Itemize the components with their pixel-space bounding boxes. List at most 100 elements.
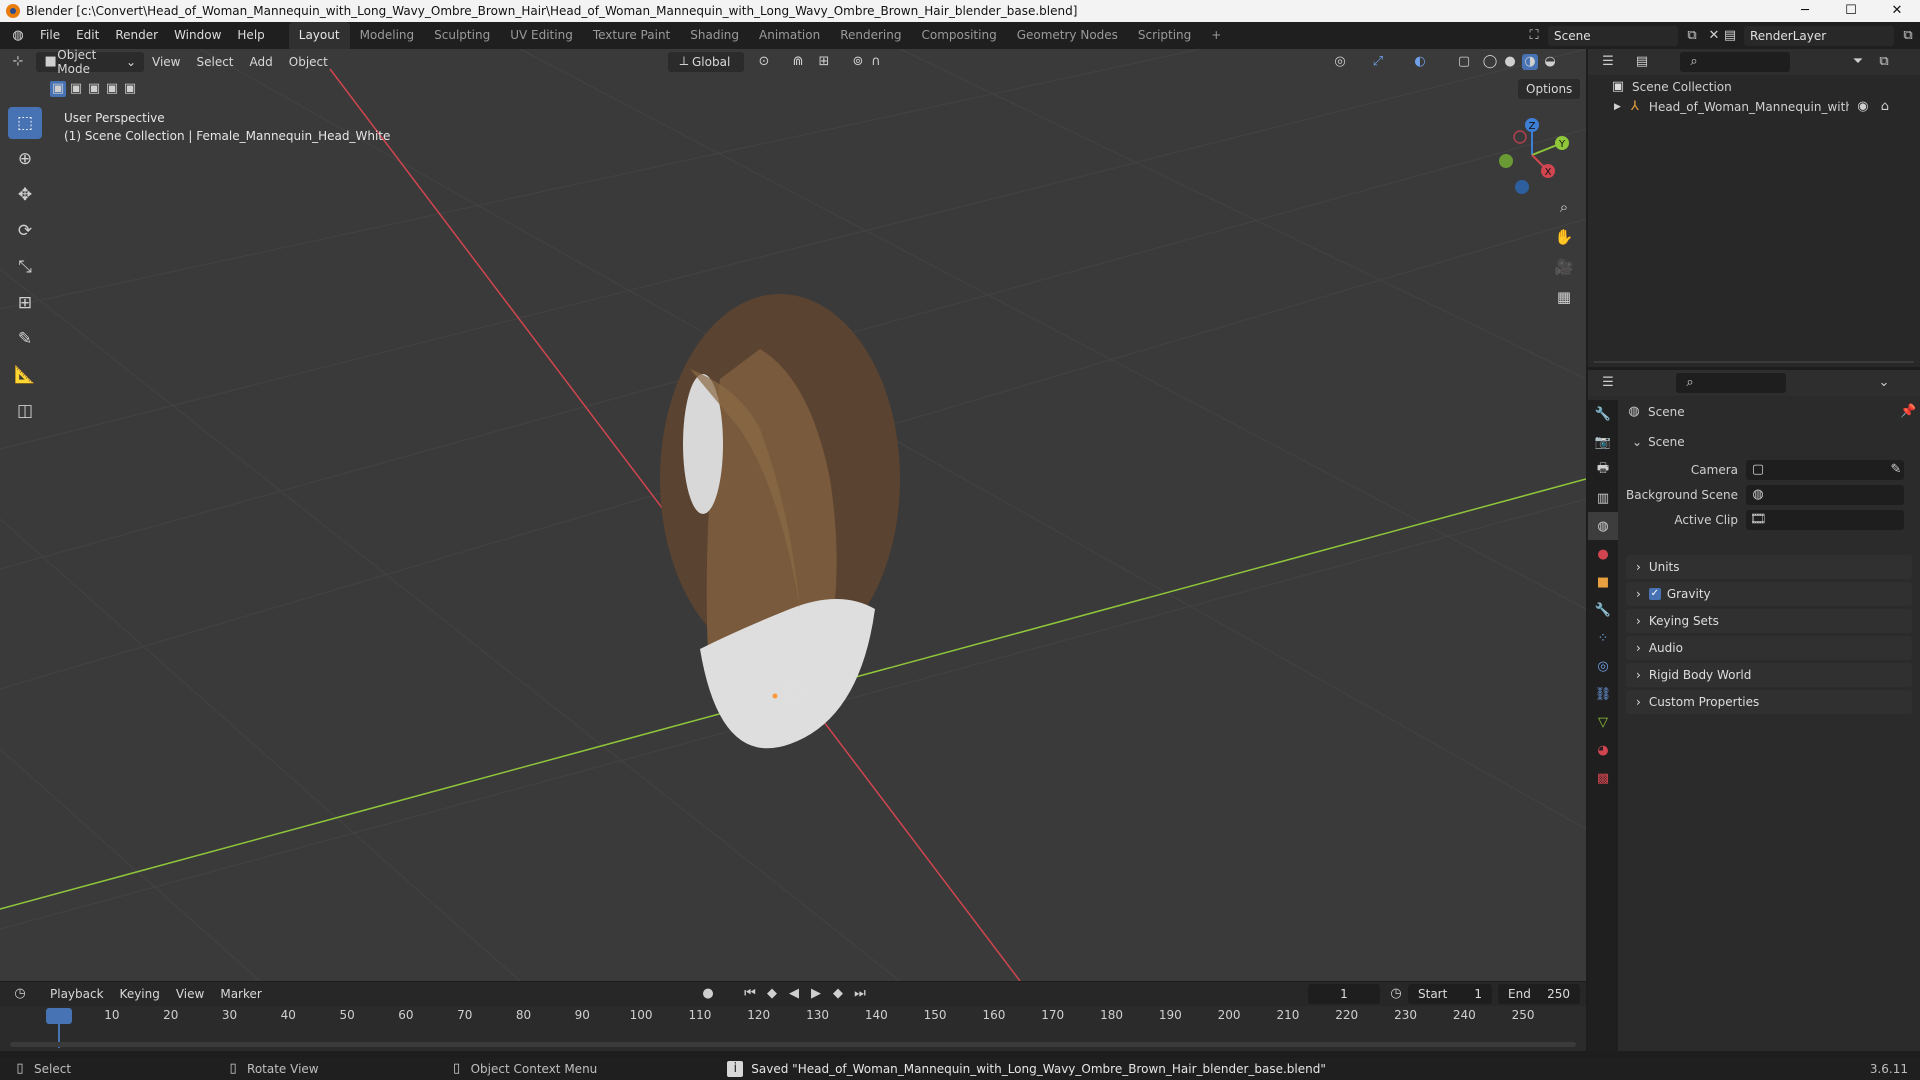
timeline-editor-icon[interactable]: ◷ xyxy=(12,986,28,1002)
delete-scene-icon[interactable]: ✕ xyxy=(1706,28,1722,44)
eyedropper-icon[interactable]: ✎ xyxy=(1888,462,1904,478)
panel-audio[interactable]: › Audio xyxy=(1626,636,1912,660)
wireframe-shading-icon[interactable]: ◯ xyxy=(1482,54,1498,70)
orthographic-toggle-icon[interactable]: ▦ xyxy=(1552,285,1576,309)
menu-select[interactable]: Select xyxy=(188,52,241,72)
prev-keyframe-icon[interactable]: ◆ xyxy=(764,986,780,1002)
add-workspace-button[interactable]: + xyxy=(1201,22,1231,49)
tab-uv-editing[interactable]: UV Editing xyxy=(500,22,583,49)
tool-tab-icon[interactable]: 🔧 xyxy=(1588,400,1618,428)
panel-keying-sets[interactable]: › Keying Sets xyxy=(1626,609,1912,633)
new-view-layer-icon[interactable]: ⧉ xyxy=(1900,28,1916,44)
current-frame-field[interactable]: 1 xyxy=(1308,984,1380,1004)
rotate-tool[interactable]: ⟳ xyxy=(8,215,42,247)
menu-timeline-view[interactable]: View xyxy=(168,984,212,1004)
xray-icon[interactable]: ▢ xyxy=(1456,54,1472,70)
play-icon[interactable]: ▶ xyxy=(808,986,824,1002)
menu-object[interactable]: Object xyxy=(281,52,336,72)
end-frame-field[interactable]: End 250 xyxy=(1498,984,1580,1004)
add-cube-tool[interactable]: ◫ xyxy=(8,395,42,427)
move-tool[interactable]: ✥ xyxy=(8,179,42,211)
eye-visibility-icon[interactable]: ◉ xyxy=(1855,99,1871,115)
editor-type-icon[interactable]: ⊹ xyxy=(10,54,26,70)
object-mode-dropdown[interactable]: ■ Object Mode ⌄ xyxy=(36,49,144,76)
outliner-editor-icon[interactable]: ☰ xyxy=(1600,54,1616,70)
blender-menu-icon[interactable]: ◍ xyxy=(10,28,26,44)
menu-view[interactable]: View xyxy=(144,52,188,72)
snap-target-icon[interactable]: ⊞ xyxy=(816,54,832,70)
scale-tool[interactable]: ⤡ xyxy=(8,251,42,283)
menu-playback[interactable]: Playback xyxy=(42,984,112,1004)
camera-field[interactable]: ▢ ✎ xyxy=(1746,460,1904,480)
panel-custom-properties[interactable]: › Custom Properties xyxy=(1626,690,1912,714)
play-reverse-icon[interactable]: ◀ xyxy=(786,986,802,1002)
menu-marker[interactable]: Marker xyxy=(212,984,269,1004)
menu-render[interactable]: Render xyxy=(107,22,166,49)
transform-orientation-dropdown[interactable]: ⟂ Global xyxy=(668,52,744,72)
overlays-icon[interactable]: ◐ xyxy=(1412,54,1428,70)
navigation-gizmo[interactable]: Z Y X xyxy=(1490,113,1574,197)
select-intersect-icon[interactable]: ▣ xyxy=(122,81,138,97)
cursor-tool[interactable]: ⊕ xyxy=(8,143,42,175)
tab-animation[interactable]: Animation xyxy=(749,22,830,49)
render-layer-icon[interactable]: ▤ xyxy=(1722,28,1738,44)
solid-shading-icon[interactable]: ● xyxy=(1502,54,1518,70)
options-button[interactable]: Options xyxy=(1518,79,1580,99)
select-invert-icon[interactable]: ▣ xyxy=(104,81,120,97)
expand-arrow-icon[interactable]: ▶ xyxy=(1614,102,1621,112)
rendered-shading-icon[interactable]: ◒ xyxy=(1542,54,1558,70)
active-clip-field[interactable]: 🎞 xyxy=(1746,510,1904,530)
preview-range-icon[interactable]: ◷ xyxy=(1388,986,1404,1002)
tab-compositing[interactable]: Compositing xyxy=(911,22,1006,49)
view-layer-tab-icon[interactable]: ▥ xyxy=(1588,484,1618,512)
tab-geometry-nodes[interactable]: Geometry Nodes xyxy=(1007,22,1128,49)
jump-start-icon[interactable]: ⏮ xyxy=(742,986,758,1002)
camera-render-icon[interactable]: ⌂ xyxy=(1877,99,1893,115)
proportional-edit-icon[interactable]: ⊚ xyxy=(850,54,866,70)
menu-window[interactable]: Window xyxy=(166,22,229,49)
render-tab-icon[interactable]: 📷 xyxy=(1588,428,1618,456)
gravity-checkbox[interactable]: ✓ xyxy=(1648,588,1661,600)
scene-selector[interactable]: Scene xyxy=(1548,26,1678,46)
scene-browse-icon[interactable]: ⛶ xyxy=(1526,28,1542,44)
next-keyframe-icon[interactable]: ◆ xyxy=(830,986,846,1002)
chevron-down-icon[interactable]: ⌄ xyxy=(1876,375,1892,391)
minimize-button[interactable]: ─ xyxy=(1782,0,1828,22)
record-icon[interactable]: ● xyxy=(700,986,716,1002)
close-button[interactable]: ✕ xyxy=(1874,0,1920,22)
transform-tool[interactable]: ⊞ xyxy=(8,287,42,319)
snap-icon[interactable]: ⋒ xyxy=(790,54,806,70)
timeline-scrollbar[interactable] xyxy=(10,1042,1576,1047)
new-collection-icon[interactable]: ⧉ xyxy=(1876,54,1892,70)
texture-tab-icon[interactable]: ▩ xyxy=(1588,764,1618,792)
pan-hand-icon[interactable]: ✋ xyxy=(1552,225,1576,249)
properties-editor-icon[interactable]: ☰ xyxy=(1600,375,1616,391)
measure-tool[interactable]: 📐 xyxy=(8,359,42,391)
maximize-button[interactable]: ☐ xyxy=(1828,0,1874,22)
camera-view-icon[interactable]: 🎥 xyxy=(1552,255,1576,279)
display-mode-icon[interactable]: ▤ xyxy=(1634,54,1650,70)
scene-collection-label[interactable]: Scene Collection xyxy=(1632,80,1732,94)
menu-edit[interactable]: Edit xyxy=(68,22,107,49)
tab-layout[interactable]: Layout xyxy=(288,22,350,49)
select-box-tool[interactable]: ⬚ xyxy=(8,107,42,139)
panel-rigid-body-world[interactable]: › Rigid Body World xyxy=(1626,663,1912,687)
tab-shading[interactable]: Shading xyxy=(680,22,749,49)
falloff-icon[interactable]: ∩ xyxy=(868,54,884,70)
jump-end-icon[interactable]: ⏭ xyxy=(852,986,868,1002)
visibility-icon[interactable]: ◎ xyxy=(1332,54,1348,70)
3d-viewport[interactable]: ⊹ ■ Object Mode ⌄ View Select Add Object… xyxy=(0,49,1586,981)
filter-icon[interactable]: ⏷ xyxy=(1850,54,1866,70)
start-frame-field[interactable]: Start 1 xyxy=(1408,984,1492,1004)
outliner-row[interactable]: ▶ ⅄ Head_of_Woman_Mannequin_with_Long ◉ … xyxy=(1614,99,1914,115)
panel-units[interactable]: › Units xyxy=(1626,555,1912,579)
menu-keying[interactable]: Keying xyxy=(112,984,168,1004)
select-new-icon[interactable]: ▣ xyxy=(50,81,66,97)
new-scene-icon[interactable]: ⧉ xyxy=(1684,28,1700,44)
mannequin-model[interactable] xyxy=(660,294,900,749)
tab-scripting[interactable]: Scripting xyxy=(1128,22,1201,49)
outliner-search-input[interactable]: ⌕ xyxy=(1680,52,1790,72)
render-layer-selector[interactable]: RenderLayer xyxy=(1744,26,1894,46)
material-shading-icon[interactable]: ◑ xyxy=(1522,54,1538,70)
menu-file[interactable]: File xyxy=(32,22,68,49)
